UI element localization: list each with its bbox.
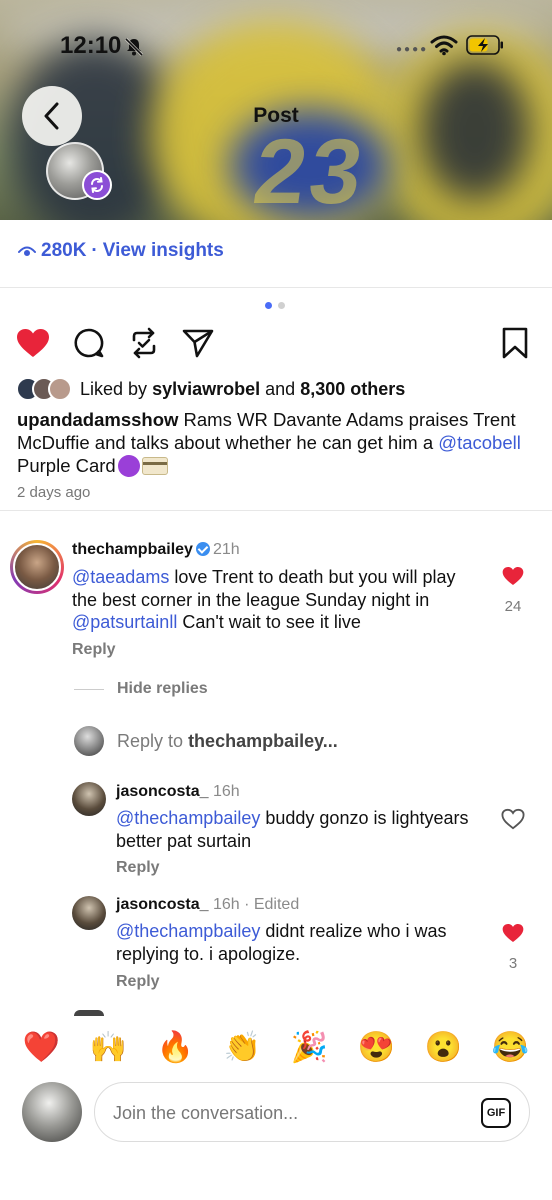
post-caption: upandadamsshow Rams WR Davante Adams pra… xyxy=(17,408,537,477)
view-insights-link[interactable]: 280K · View insights xyxy=(18,240,224,262)
heart-filled-icon xyxy=(502,923,524,943)
repost-button[interactable] xyxy=(127,326,161,360)
comment-bubble-icon xyxy=(74,328,104,358)
signal-icon: ●●●● xyxy=(396,44,429,55)
pager-dot-active xyxy=(265,302,272,309)
silent-mode-icon xyxy=(124,37,144,57)
reply-username[interactable]: jasoncosta_ 16h · Edited xyxy=(116,896,299,914)
reply-username[interactable]: jasoncosta_ 16h xyxy=(116,783,240,801)
quick-emoji-bar: ❤️ 🙌 🔥 👏 🎉 😍 😮 😂 xyxy=(0,1018,552,1078)
hide-replies-button[interactable]: Hide replies xyxy=(74,680,208,698)
emoji-heart-eyes[interactable]: 😍 xyxy=(353,1033,401,1063)
battery-charging-icon xyxy=(466,35,503,55)
comment-button[interactable] xyxy=(72,326,106,360)
comment-time: 21h xyxy=(212,541,240,558)
reply-text: @thechampbailey didnt realize who i was … xyxy=(116,921,447,964)
divider xyxy=(0,287,552,288)
credit-card-emoji xyxy=(141,457,168,475)
pager-dot xyxy=(278,302,285,309)
purple-circle-emoji xyxy=(117,455,140,477)
eye-icon xyxy=(18,246,36,256)
gif-button[interactable]: GIF xyxy=(481,1098,511,1128)
insights-separator: · xyxy=(91,240,98,261)
repost-icon xyxy=(91,177,103,193)
caption-mention[interactable]: @tacobell xyxy=(438,432,521,453)
repost-check-icon xyxy=(132,327,156,359)
emoji-fire[interactable]: 🔥 xyxy=(152,1033,200,1063)
emoji-raised-hands[interactable]: 🙌 xyxy=(85,1033,133,1063)
caption-author[interactable]: upandadamsshow xyxy=(17,409,178,430)
comment-mention[interactable]: @patsurtainll xyxy=(72,612,177,632)
heart-filled-icon xyxy=(17,329,49,357)
reply-like-button[interactable] xyxy=(501,808,525,830)
liked-by-text: Liked by sylviawrobel and 8,300 others xyxy=(80,378,406,399)
comment-text: @taeadams love Trent to death but you wi… xyxy=(72,567,456,632)
carousel-pager xyxy=(265,302,285,309)
reply-like-count: 3 xyxy=(508,955,518,972)
post-date: 2 days ago xyxy=(17,484,91,501)
reply-mention[interactable]: @thechampbailey xyxy=(116,808,260,828)
wifi-icon xyxy=(430,35,458,56)
current-user-avatar xyxy=(74,726,104,756)
heart-outline-icon xyxy=(501,808,525,830)
verified-badge-icon xyxy=(195,542,210,556)
emoji-tears-of-joy[interactable]: 😂 xyxy=(487,1033,535,1063)
views-count: 280K xyxy=(41,240,87,261)
reply-button[interactable]: Reply xyxy=(72,641,116,659)
emoji-heart[interactable]: ❤️ xyxy=(18,1033,66,1063)
liked-by-row[interactable]: Liked by sylviawrobel and 8,300 others xyxy=(16,377,405,401)
comment-mention[interactable]: @taeadams xyxy=(72,567,169,587)
reply-avatar[interactable] xyxy=(72,782,106,816)
heart-filled-icon xyxy=(502,566,524,586)
reply-to-input[interactable]: Reply to thechampbailey... xyxy=(74,726,338,756)
clock: 12:10 xyxy=(60,32,122,59)
divider xyxy=(0,510,552,511)
caption-tail: Purple Card xyxy=(17,455,116,476)
send-icon xyxy=(182,329,214,358)
liker-avatar xyxy=(48,377,72,401)
divider xyxy=(74,688,104,690)
comment-like-button[interactable]: 24 xyxy=(501,566,525,615)
reply-time: 16h · Edited xyxy=(212,896,300,913)
reply-mention[interactable]: @thechampbailey xyxy=(116,921,260,941)
next-reply-avatar-peek xyxy=(74,1010,104,1016)
comment-like-count: 24 xyxy=(504,598,522,615)
share-button[interactable] xyxy=(181,326,215,360)
save-button[interactable] xyxy=(498,326,532,360)
liked-by-others[interactable]: 8,300 others xyxy=(300,379,405,399)
commenter-avatar[interactable] xyxy=(10,540,64,594)
page-title: Post xyxy=(253,104,299,127)
repost-badge xyxy=(82,170,112,200)
comment-composer: GIF xyxy=(94,1082,530,1142)
view-insights-label: View insights xyxy=(102,240,224,261)
reply-time: 16h xyxy=(212,783,240,800)
reply-text: @thechampbailey buddy gonzo is lightyear… xyxy=(116,808,469,851)
emoji-clap[interactable]: 👏 xyxy=(219,1033,267,1063)
emoji-party-popper[interactable]: 🎉 xyxy=(286,1033,334,1063)
emoji-surprised[interactable]: 😮 xyxy=(420,1033,468,1063)
comment-username[interactable]: thechampbailey 21h xyxy=(72,541,240,559)
reply-button[interactable]: Reply xyxy=(116,973,160,991)
reply-button[interactable]: Reply xyxy=(116,859,160,877)
comment-input[interactable] xyxy=(111,1097,451,1129)
reply-avatar[interactable] xyxy=(72,896,106,930)
current-user-avatar xyxy=(22,1082,82,1142)
post-actions xyxy=(0,326,552,364)
bookmark-icon xyxy=(502,327,528,359)
liked-by-username[interactable]: sylviawrobel xyxy=(152,379,260,399)
status-bar: 12:10 ●●●● xyxy=(0,0,552,90)
jersey-number-decoration: 23 xyxy=(247,121,373,220)
reply-like-button[interactable]: 3 xyxy=(501,923,525,972)
like-button[interactable] xyxy=(16,326,50,360)
